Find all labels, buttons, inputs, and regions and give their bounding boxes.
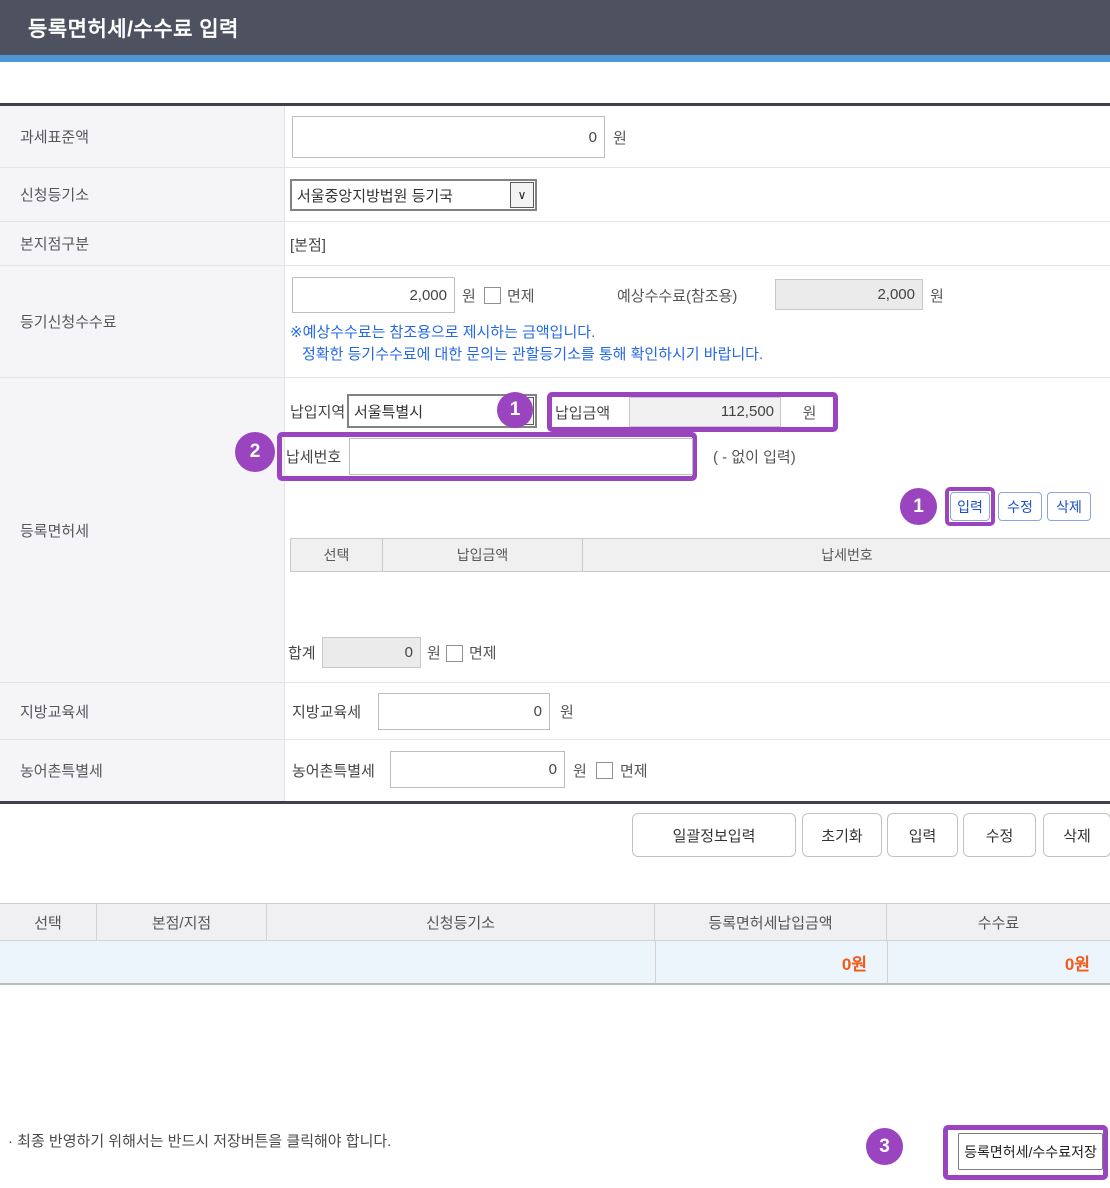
payment-amount-label: 납입금액 <box>547 402 629 423</box>
payment-amount-input[interactable]: 112,500 <box>629 397 781 427</box>
save-reminder-note: · 최종 반영하기 위해서는 반드시 저장버튼을 클릭해야 합니다. <box>8 1130 391 1151</box>
summary-table-header: 선택 본점/지점 신청등기소 등록면허세납입금액 수수료 <box>0 903 1110 941</box>
row-license-tax: 등록면허세 납입지역 서울특별시 ∨ 1 납입금액 112,500 원 2 납세… <box>0 378 1110 683</box>
row-application-fee: 등기신청수수료 원 면제 예상수수료(참조용) 원 ※예상수수료는 참조용으로 … <box>0 266 1110 378</box>
save-license-tax-fee-button[interactable]: 등록면허세/수수료저장 <box>958 1133 1103 1170</box>
license-tax-table-header: 선택 납입금액 납세번호 <box>290 538 1110 572</box>
tax-number-label: 납세번호 <box>277 446 349 467</box>
action-button-bar: 일괄정보입력 초기화 입력 수정 삭제 <box>0 812 1110 858</box>
payment-region-label: 납입지역 <box>290 394 345 428</box>
page-header: 등록면허세/수수료 입력 <box>0 0 1110 55</box>
header-underline <box>0 55 1110 62</box>
col-license-tax-amount: 등록면허세납입금액 <box>655 904 887 940</box>
registry-office-selected: 서울중앙지방법원 등기국 <box>292 185 509 206</box>
tax-number-group: 납세번호 <box>277 432 697 481</box>
tax-number-hint: ( - 없이 입력) <box>713 432 796 481</box>
rural-tax-exempt-checkbox[interactable] <box>596 762 613 779</box>
license-tax-label: 등록면허세 <box>0 378 285 682</box>
registration-license-tax-page: 등록면허세/수수료 입력 과세표준액 원 신청등기소 서울중앙지방법원 등기국 … <box>0 0 1110 1188</box>
step-badge-2: 2 <box>235 432 275 472</box>
step-badge-1b: 1 <box>900 488 937 525</box>
won-suffix: 원 <box>560 683 574 740</box>
cell-license-tax-amount: 0원 <box>655 941 887 983</box>
application-fee-input[interactable] <box>292 277 455 313</box>
registry-office-select[interactable]: 서울중앙지방법원 등기국 ∨ <box>290 179 537 211</box>
total-exempt-label: 면제 <box>469 637 497 668</box>
chevron-down-icon: ∨ <box>510 182 534 208</box>
cell-fee: 0원 <box>887 941 1110 983</box>
license-delete-button[interactable]: 삭제 <box>1047 492 1091 521</box>
summary-table: 선택 본점/지점 신청등기소 등록면허세납입금액 수수료 0원 0원 <box>0 903 1110 985</box>
office-type-value: [본점] <box>290 222 326 266</box>
fee-note-line1: ※예상수수료는 참조용으로 제시하는 금액입니다. <box>290 321 595 342</box>
col-tax-number: 납세번호 <box>583 539 1110 571</box>
page-title: 등록면허세/수수료 입력 <box>28 0 239 55</box>
rural-tax-exempt-label: 면제 <box>620 740 648 801</box>
fee-note-line2: 정확한 등기수수료에 대한 문의는 관할등기소를 통해 확인하시기 바랍니다. <box>302 343 763 364</box>
license-edit-button[interactable]: 수정 <box>998 492 1042 521</box>
payment-region-selected: 서울특별시 <box>349 401 509 422</box>
tax-fee-form: 과세표준액 원 신청등기소 서울중앙지방법원 등기국 ∨ 본지점구분 [본점] … <box>0 103 1110 804</box>
total-exempt-checkbox[interactable] <box>446 645 463 662</box>
row-registry-office: 신청등기소 서울중앙지방법원 등기국 ∨ <box>0 168 1110 222</box>
input-button[interactable]: 입력 <box>887 813 958 857</box>
delete-button[interactable]: 삭제 <box>1043 813 1110 857</box>
col-amount: 납입금액 <box>383 539 583 571</box>
estimated-fee-input <box>775 279 923 310</box>
col-fee: 수수료 <box>887 904 1110 940</box>
col-select: 선택 <box>0 904 97 940</box>
tax-base-input[interactable] <box>292 116 605 158</box>
tax-number-input[interactable] <box>349 438 693 475</box>
cell-registry-office <box>267 941 655 983</box>
total-input <box>322 637 421 668</box>
row-office-type: 본지점구분 [본점] <box>0 222 1110 266</box>
registry-office-label: 신청등기소 <box>0 168 285 221</box>
total-label: 합계 <box>288 637 316 668</box>
office-type-label: 본지점구분 <box>0 222 285 265</box>
col-registry-office: 신청등기소 <box>267 904 655 940</box>
won-suffix: 원 <box>427 637 441 668</box>
application-fee-exempt-label: 면제 <box>507 277 535 313</box>
local-education-tax-input[interactable] <box>378 693 550 730</box>
row-local-education-tax: 지방교육세 지방교육세 원 <box>0 683 1110 740</box>
won-suffix: 원 <box>462 277 476 313</box>
license-input-button[interactable]: 입력 <box>950 492 990 521</box>
rural-special-tax-label: 농어촌특별세 <box>0 740 285 801</box>
payment-amount-group: 납입금액 112,500 원 <box>547 392 838 432</box>
local-education-tax-field-label: 지방교육세 <box>292 683 361 740</box>
rural-special-tax-field-label: 농어촌특별세 <box>292 740 375 801</box>
col-office-type: 본점/지점 <box>97 904 267 940</box>
step-badge-1: 1 <box>497 392 533 428</box>
won-suffix: 원 <box>613 106 627 168</box>
won-suffix: 원 <box>573 740 587 801</box>
application-fee-exempt-checkbox[interactable] <box>484 287 501 304</box>
edit-button[interactable]: 수정 <box>963 813 1036 857</box>
col-select: 선택 <box>291 539 383 571</box>
tax-base-label: 과세표준액 <box>0 106 285 167</box>
application-fee-label: 등기신청수수료 <box>0 266 285 377</box>
rural-special-tax-input[interactable] <box>390 751 565 788</box>
cell-office-type <box>97 941 267 983</box>
won-suffix: 원 <box>781 402 838 423</box>
reset-button[interactable]: 초기화 <box>802 813 882 857</box>
row-tax-base: 과세표준액 원 <box>0 106 1110 168</box>
batch-input-button[interactable]: 일괄정보입력 <box>632 813 796 857</box>
step-badge-3: 3 <box>866 1128 903 1165</box>
won-suffix: 원 <box>930 277 944 313</box>
row-rural-special-tax: 농어촌특별세 농어촌특별세 원 면제 <box>0 740 1110 801</box>
cell-select <box>0 941 97 983</box>
estimated-fee-label: 예상수수료(참조용) <box>617 277 737 313</box>
summary-table-row: 0원 0원 <box>0 941 1110 985</box>
local-education-tax-label: 지방교육세 <box>0 683 285 739</box>
